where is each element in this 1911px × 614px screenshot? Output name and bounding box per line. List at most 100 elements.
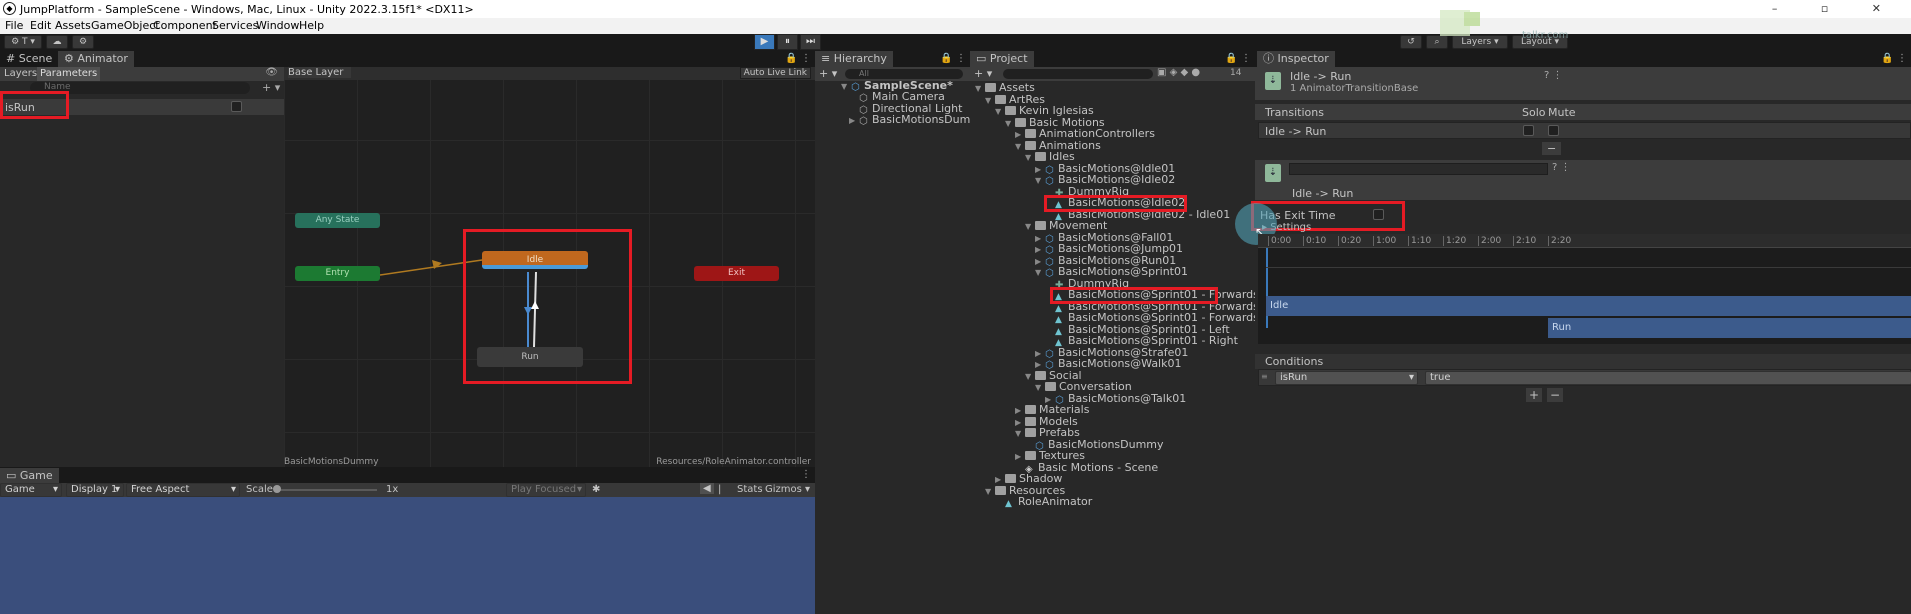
history-icon[interactable]: ↺ — [1400, 35, 1422, 49]
project-item-label: RoleAnimator — [1018, 495, 1093, 508]
play-focused-dropdown[interactable]: Play Focused ▾ — [506, 483, 586, 497]
condition-row: ≡ isRun ▾ true — [1258, 369, 1911, 386]
game-toolbar: Game ▾ Display 1 ▾ Free Aspect ▾ Scale 1x P… — [0, 483, 815, 497]
tab-parameters[interactable]: Parameters — [37, 67, 101, 81]
solo-checkbox[interactable] — [1523, 125, 1534, 136]
project-filter-icons[interactable]: ▣ ◈ ◆ ● — [1157, 67, 1200, 78]
menu-bar: File Edit Assets GameObject Component Se… — [0, 18, 1911, 34]
mute-label: Mute — [1548, 106, 1576, 119]
param-bool-checkbox[interactable] — [231, 101, 242, 112]
inspector-tabbar: ⓘ Inspector 🔒 ⋮ — [1255, 51, 1911, 67]
chevron-down-icon[interactable]: ▼ — [1025, 371, 1035, 383]
animator-tabbar: # Scene ⚙ Animator 🔒 ⋮ — [0, 51, 815, 67]
game-tab-menu-icon[interactable]: ⋮ — [801, 467, 811, 483]
gizmos-button[interactable]: Gizmos ▾ — [765, 484, 810, 495]
condition-value-dropdown[interactable]: true — [1425, 371, 1911, 385]
bug-icon[interactable]: ✱ — [592, 484, 600, 495]
tab-scene[interactable]: # Scene — [0, 51, 58, 67]
clip-idle-bar: Idle — [1266, 296, 1911, 316]
eye-icon[interactable]: 👁 — [265, 67, 278, 78]
tab-menu-icon[interactable]: 🔒 ⋮ — [785, 51, 811, 67]
add-condition-button[interactable]: + — [1526, 388, 1543, 402]
timeline-tick-label: 1:20 — [1443, 236, 1466, 246]
transition-remove-button[interactable]: − — [1542, 142, 1562, 155]
chevron-down-icon[interactable]: ▼ — [1015, 428, 1025, 440]
transition-timeline[interactable]: 0:00 0:10 0:20 1:00 1:10 1:20 2:00 2:10 2:20 Idl… — [1258, 234, 1911, 344]
title-bar: ◆ JumpPlatform - SampleScene - Windows, … — [0, 0, 1911, 18]
transition-name-input[interactable] — [1289, 163, 1548, 175]
menu-window[interactable]: Window — [256, 19, 299, 32]
folder-icon — [985, 83, 996, 92]
game-viewport[interactable] — [0, 497, 815, 614]
condition-param-dropdown[interactable]: isRun ▾ — [1275, 371, 1418, 385]
timeline-tick-label: 0:00 — [1268, 236, 1291, 246]
hierarchy-search-input[interactable]: All — [845, 69, 963, 79]
inspector-lock-icon[interactable]: 🔒 ⋮ — [1881, 51, 1907, 67]
window-controls[interactable]: – ▫ ✕ — [1772, 2, 1901, 15]
tab-layers[interactable]: Layers — [4, 68, 37, 79]
project-add-button[interactable]: + ▾ — [974, 67, 992, 80]
project-tabbar: ▭ Project 🔒 ⋮ — [970, 51, 1255, 67]
scale-slider[interactable] — [273, 485, 377, 493]
menu-file[interactable]: File — [5, 19, 23, 32]
chevron-down-icon[interactable]: ▼ — [1035, 382, 1045, 394]
chevron-down-icon[interactable]: ▼ — [1025, 152, 1035, 164]
tab-inspector[interactable]: ⓘ Inspector — [1257, 51, 1335, 67]
menu-services[interactable]: Services — [212, 19, 258, 32]
menu-gameobject[interactable]: GameObject — [91, 19, 160, 32]
chevron-down-icon[interactable]: ▼ — [1035, 175, 1045, 187]
display-dropdown[interactable]: Display 1 ▾ — [66, 483, 124, 497]
chevron-down-icon[interactable]: ▼ — [985, 95, 995, 107]
tab-hierarchy[interactable]: ≡ Hierarchy — [815, 51, 893, 67]
chevron-down-icon[interactable]: ▼ — [1015, 141, 1025, 153]
chevron-down-icon[interactable]: ▼ — [1005, 118, 1015, 130]
hierarchy-item-dummy[interactable]: ▶ ⬡ BasicMotionsDummy — [849, 114, 988, 127]
game-mode-dropdown[interactable]: Game ▾ — [0, 483, 62, 497]
menu-component[interactable]: Component — [153, 19, 217, 32]
folder-icon — [995, 485, 1006, 495]
stats-button[interactable]: Stats — [737, 484, 763, 495]
highlight-state-machine — [463, 229, 632, 384]
hierarchy-add-button[interactable]: + ▾ — [819, 67, 837, 80]
aspect-dropdown[interactable]: Free Aspect ▾ — [126, 483, 240, 497]
chevron-down-icon[interactable]: ▼ — [1035, 267, 1045, 279]
chevron-down-icon[interactable]: ▼ — [985, 486, 995, 498]
tab-animator[interactable]: ⚙ Animator — [58, 51, 134, 67]
cloud-icon[interactable]: ☁ — [46, 35, 68, 49]
project-item[interactable]: ▲ RoleAnimator — [995, 495, 1093, 510]
services-icon[interactable]: ⚙ — [72, 35, 94, 49]
menu-assets[interactable]: Assets — [55, 19, 91, 32]
mute-audio-icon[interactable]: ◀ — [700, 483, 714, 494]
menu-help[interactable]: Help — [299, 19, 324, 32]
sidebar-tabs: Layers Parameters 👁 — [0, 67, 284, 81]
chevron-down-icon[interactable]: ▼ — [975, 83, 985, 95]
scale-label: Scale — [246, 484, 273, 495]
solo-label: Solo — [1522, 106, 1546, 119]
step-button[interactable]: ⏭ — [800, 34, 821, 50]
tab-game[interactable]: ▭ Game — [0, 468, 59, 484]
project-search-input[interactable] — [1003, 69, 1153, 79]
transition-icon: ⇣ — [1265, 72, 1281, 90]
mute-checkbox[interactable] — [1548, 125, 1559, 136]
transition-list-row[interactable]: Idle -> Run — [1258, 122, 1911, 139]
clip-run-bar: Run — [1548, 318, 1911, 338]
timeline-tick-label: 1:10 — [1408, 236, 1431, 246]
menu-edit[interactable]: Edit — [30, 19, 51, 32]
add-param-button[interactable]: + ▾ — [262, 81, 280, 94]
inspector-settings-icon[interactable]: ? ⋮ — [1544, 70, 1563, 81]
drag-handle-icon[interactable]: ≡ — [1261, 372, 1268, 381]
chevron-down-icon[interactable]: ▼ — [995, 106, 1005, 118]
main-toolbar: ⚙ T ▾ ☁ ⚙ ▶ ⏸ ⏭ ↺ ⌕ Layers ▾ Layout ▾ ta… — [0, 10, 1911, 51]
project-lock-icon[interactable]: 🔒 ⋮ — [1225, 51, 1251, 67]
play-button[interactable]: ▶ — [754, 34, 775, 50]
hierarchy-lock-icon[interactable]: 🔒 ⋮ — [940, 51, 966, 67]
sub-settings-icon[interactable]: ? ⋮ — [1552, 162, 1571, 173]
tab-project[interactable]: ▭ Project — [970, 51, 1034, 67]
animator-window: # Scene ⚙ Animator 🔒 ⋮ Layers Parameters… — [0, 51, 815, 467]
account-button[interactable]: ⚙ T ▾ — [4, 35, 42, 49]
remove-condition-button[interactable]: − — [1547, 388, 1564, 402]
hierarchy-window: ≡ Hierarchy 🔒 ⋮ + ▾ All ▼ ⬡ SampleScene* ⬡… — [815, 51, 988, 614]
timeline-tick-label: 0:10 — [1303, 236, 1326, 246]
pause-button[interactable]: ⏸ — [777, 34, 798, 50]
chevron-down-icon[interactable]: ▼ — [1025, 221, 1035, 233]
